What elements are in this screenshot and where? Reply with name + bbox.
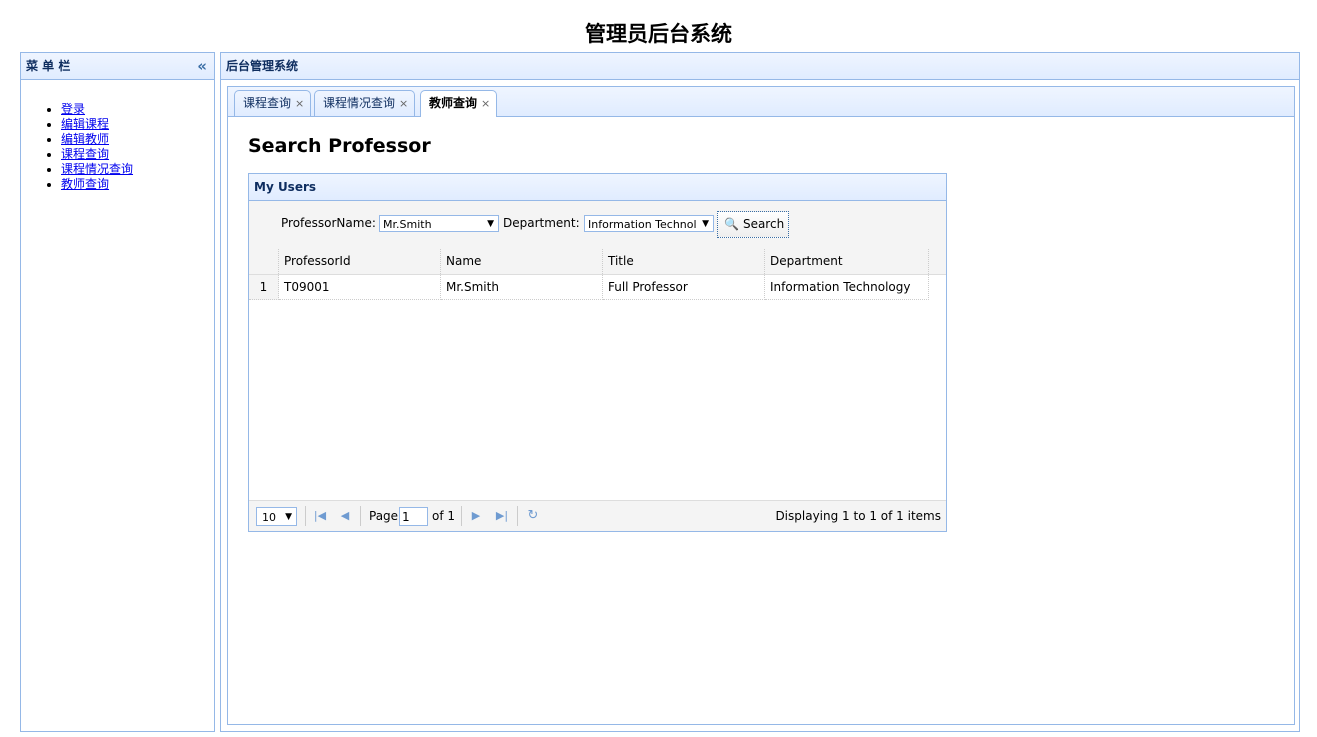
users-datagrid: My Users ProfessorName: Mr.Smith ▼ Depar… (248, 173, 947, 532)
tab-teacher-query[interactable]: 教师查询 × (420, 90, 498, 117)
menu-link-edit-teacher[interactable]: 编辑教师 (61, 132, 109, 146)
column-header-professor-id[interactable]: ProfessorId (279, 249, 441, 274)
professor-name-value: Mr.Smith (383, 218, 432, 231)
next-page-icon[interactable]: ▶ (468, 508, 484, 524)
table-row[interactable]: 1 T09001 Mr.Smith Full Professor Informa… (249, 275, 946, 300)
menu-item-edit-teacher: 编辑教师 (61, 132, 214, 147)
close-icon[interactable]: × (295, 97, 304, 110)
last-page-icon[interactable]: ▶| (494, 508, 510, 524)
tab-label: 教师查询 (429, 96, 478, 110)
separator (360, 506, 361, 526)
menu-link-login[interactable]: 登录 (61, 102, 85, 116)
tab-label: 课程情况查询 (323, 96, 396, 110)
cell-professor-id: T09001 (279, 275, 441, 300)
column-header-department[interactable]: Department (765, 249, 929, 274)
column-header-name[interactable]: Name (441, 249, 603, 274)
rownum-header (249, 249, 279, 274)
tab-strip: 课程查询 × 课程情况查询 × 教师查询 × (228, 87, 1294, 117)
dropdown-arrow-icon: ▼ (702, 219, 709, 229)
search-button-label: Search (742, 217, 785, 231)
close-icon[interactable]: × (399, 97, 408, 110)
cell-title: Full Professor (603, 275, 765, 300)
page-title: 管理员后台系统 (585, 21, 732, 46)
tab-course-status-query[interactable]: 课程情况查询 × (314, 90, 416, 116)
tabs-container: 课程查询 × 课程情况查询 × 教师查询 × Search Professor My … (227, 86, 1295, 725)
prev-page-icon[interactable]: ◀ (337, 508, 353, 524)
collapse-left-icon[interactable]: « (197, 53, 207, 79)
menu-item-course-status-query: 课程情况查询 (61, 162, 214, 177)
professor-name-select[interactable]: Mr.Smith ▼ (379, 215, 499, 232)
page-size-select[interactable]: 10 ▼ (256, 507, 297, 526)
menu-list: 登录 编辑课程 编辑教师 课程查询 课程情况查询 教师查询 (21, 102, 214, 192)
page-size-value: 10 (262, 511, 276, 524)
tab-label: 课程查询 (243, 96, 292, 110)
main-panel: 后台管理系统 课程查询 × 课程情况查询 × 教师查询 × Search Profes… (220, 52, 1300, 732)
main-panel-title: 后台管理系统 (226, 59, 299, 73)
menu-item-teacher-query: 教师查询 (61, 177, 214, 192)
menu-link-course-query[interactable]: 课程查询 (61, 147, 109, 161)
search-button[interactable]: 🔍 Search (717, 211, 789, 238)
menu-panel-title: 菜 单 栏 (26, 59, 71, 73)
department-select[interactable]: Information Technol ▼ (584, 215, 714, 232)
menu-item-login: 登录 (61, 102, 214, 117)
table-header: ProfessorId Name Title Department (249, 249, 946, 275)
department-value: Information Technol (588, 218, 697, 231)
cell-department: Information Technology (765, 275, 929, 300)
menu-item-edit-course: 编辑课程 (61, 117, 214, 132)
menu-link-teacher-query[interactable]: 教师查询 (61, 177, 109, 191)
menu-link-edit-course[interactable]: 编辑课程 (61, 117, 109, 131)
page-label: Page (369, 509, 399, 523)
refresh-icon[interactable]: ↻ (525, 508, 541, 524)
close-icon[interactable]: × (481, 97, 490, 110)
search-toolbar: ProfessorName: Mr.Smith ▼ Department: In… (249, 201, 946, 250)
menu-panel-header: 菜 单 栏 « (21, 53, 214, 80)
column-header-title[interactable]: Title (603, 249, 765, 274)
menu-link-course-status-query[interactable]: 课程情况查询 (61, 162, 133, 176)
separator (305, 506, 306, 526)
dropdown-arrow-icon: ▼ (487, 219, 494, 229)
content-title: Search Professor (248, 135, 431, 157)
tab-course-query[interactable]: 课程查询 × (234, 90, 312, 116)
separator (461, 506, 462, 526)
menu-item-course-query: 课程查询 (61, 147, 214, 162)
department-label: Department: (503, 216, 580, 230)
cell-name: Mr.Smith (441, 275, 603, 300)
page-number-input[interactable] (399, 507, 428, 526)
pagination-bar: 10 ▼ |◀ ◀ Page of 1 ▶ ▶| ↻ Displaying 1 … (249, 500, 946, 531)
first-page-icon[interactable]: |◀ (312, 508, 328, 524)
dropdown-arrow-icon: ▼ (285, 512, 292, 522)
separator (517, 506, 518, 526)
menu-panel: 菜 单 栏 « 登录 编辑课程 编辑教师 课程查询 课程情况查询 教师查询 (20, 52, 215, 732)
main-panel-header: 后台管理系统 (221, 53, 1299, 80)
row-number: 1 (249, 275, 279, 300)
pagination-info: Displaying 1 to 1 of 1 items (775, 509, 941, 523)
datagrid-title: My Users (249, 174, 946, 201)
page-count-label: of 1 (432, 509, 456, 523)
professor-name-label: ProfessorName: (281, 216, 376, 230)
search-icon: 🔍 (724, 217, 739, 231)
